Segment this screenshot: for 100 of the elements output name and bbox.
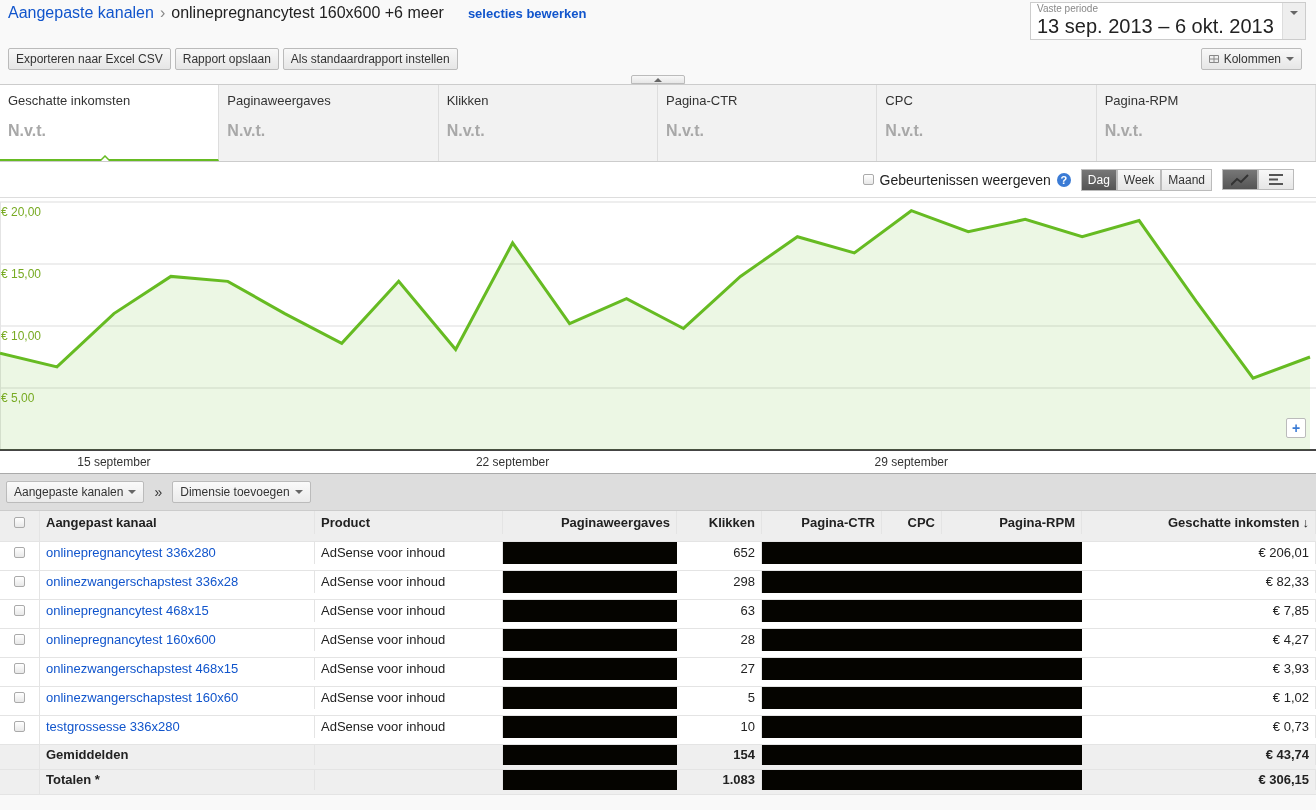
metric-tab[interactable]: Pagina-RPM N.v.t. — [1096, 85, 1316, 161]
table-cell: AdSense voor inhoud — [321, 661, 446, 677]
metric-value: N.v.t. — [227, 122, 267, 140]
events-label: Gebeurtenissen weergeven — [879, 171, 1051, 188]
channel-link[interactable]: testgrossesse 336x280 — [46, 719, 180, 735]
dimension-dropdown[interactable]: Aangepaste kanalen — [6, 481, 145, 503]
channel-link[interactable]: onlinepregnancytest 160x600 — [46, 632, 216, 648]
metric-value: N.v.t. — [666, 122, 705, 140]
add-dimension-dropdown[interactable]: Dimensie toevoegen — [172, 481, 311, 503]
metric-tab[interactable]: CPC N.v.t. — [877, 85, 1097, 161]
metric-value: N.v.t. — [885, 122, 925, 140]
column-header[interactable]: Pagina-CTR — [801, 514, 875, 530]
column-header[interactable]: Aangepast kanaal — [46, 514, 157, 530]
summary-cell: 1.083 — [722, 772, 755, 788]
y-axis-label: € 5,00 — [1, 391, 35, 405]
y-axis-label: € 15,00 — [1, 267, 42, 281]
column-header[interactable]: Product — [321, 514, 371, 530]
view-toggle[interactable] — [1258, 169, 1294, 190]
x-axis-label: 29 september — [874, 455, 948, 469]
table-cell: AdSense voor inhoud — [321, 545, 446, 561]
column-header[interactable]: CPC — [907, 514, 935, 530]
table-cell: AdSense voor inhoud — [321, 603, 446, 619]
x-axis-label: 15 september — [77, 455, 151, 469]
metric-tab[interactable]: Pagina-CTR N.v.t. — [658, 85, 878, 161]
y-axis-label: € 20,00 — [1, 205, 42, 219]
channel-link[interactable]: onlinezwangerschapstest 468x15 — [46, 661, 239, 677]
row-checkbox[interactable] — [14, 605, 25, 617]
sort-arrow[interactable]: ↓ — [1302, 514, 1309, 530]
summary-label: Gemiddelden — [46, 747, 129, 763]
row-checkbox[interactable] — [14, 576, 25, 588]
caret-icon — [128, 490, 137, 494]
table-cell: 28 — [740, 632, 755, 648]
events-checkbox[interactable] — [862, 174, 874, 185]
table-cell: € 3,93 — [1272, 661, 1309, 677]
metric-tab[interactable]: Klikken N.v.t. — [438, 85, 658, 161]
toolbar-button[interactable]: Exporteren naar Excel CSV — [8, 48, 171, 70]
metric-label: Pagina-RPM — [1104, 93, 1180, 108]
metric-label: CPC — [885, 93, 914, 108]
channel-link[interactable]: onlinepregnancytest 468x15 — [46, 603, 209, 619]
period-tab[interactable]: Week — [1116, 168, 1162, 191]
column-header[interactable]: Pagina-RPM — [999, 514, 1075, 530]
table-cell: € 7,85 — [1272, 603, 1309, 619]
summary-cell: 154 — [733, 747, 755, 763]
x-axis-label: 22 september — [475, 455, 550, 469]
select-all-checkbox[interactable] — [14, 516, 25, 528]
channel-link[interactable]: onlinezwangerschapstest 160x60 — [46, 690, 239, 706]
view-toggle[interactable] — [1222, 169, 1258, 190]
caret-icon — [294, 490, 303, 494]
table-cell: 298 — [733, 574, 755, 590]
channel-link[interactable]: onlinepregnancytest 336x280 — [46, 545, 216, 561]
table-cell: 63 — [740, 603, 755, 619]
period-tab[interactable]: Maand — [1161, 168, 1212, 191]
column-header[interactable]: Geschatte inkomsten — [1168, 514, 1300, 530]
toolbar-button[interactable]: Rapport opslaan — [174, 48, 279, 70]
date-range-picker[interactable]: Vaste periode 13 sep. 2013 – 6 okt. 2013 — [1030, 2, 1306, 40]
table-cell: € 4,27 — [1272, 632, 1309, 648]
summary-label: Totalen * — [46, 772, 100, 788]
summary-cell: € 306,15 — [1258, 772, 1309, 788]
table-cell: 652 — [733, 545, 755, 561]
row-checkbox[interactable] — [14, 721, 25, 733]
column-header[interactable]: Paginaweergaves — [560, 514, 670, 530]
columns-button[interactable]: Kolommen — [1200, 48, 1302, 70]
chevron-separator: » — [154, 484, 163, 500]
period-tab[interactable]: Dag — [1080, 168, 1117, 191]
breadcrumb-link[interactable]: Aangepaste kanalen — [8, 4, 154, 22]
date-range-value: 13 sep. 2013 – 6 okt. 2013 — [1037, 14, 1275, 38]
metric-value: N.v.t. — [8, 122, 47, 140]
zoom-button[interactable]: + — [1286, 418, 1306, 438]
metric-label: Klikken — [446, 93, 490, 108]
metric-tab[interactable]: Paginaweergaves N.v.t. — [219, 85, 439, 161]
column-header[interactable]: Klikken — [708, 514, 755, 530]
breadcrumb-current: onlinepregnancytest 160x600 +6 meer — [171, 4, 444, 22]
row-checkbox[interactable] — [14, 692, 25, 704]
table-cell: 5 — [747, 690, 755, 706]
breadcrumb-separator: › — [159, 4, 166, 22]
metric-label: Pagina-CTR — [666, 93, 739, 108]
toolbar-button[interactable]: Als standaardrapport instellen — [282, 48, 458, 70]
table-cell: 27 — [740, 661, 755, 677]
collapse-icon — [654, 77, 662, 82]
metric-tab[interactable]: Geschatte inkomsten N.v.t. — [0, 85, 220, 161]
metric-label: Geschatte inkomsten — [8, 93, 132, 108]
y-axis-label: € 10,00 — [1, 329, 42, 343]
table-cell: AdSense voor inhoud — [321, 719, 446, 735]
table-icon — [1269, 174, 1283, 185]
row-checkbox[interactable] — [14, 663, 25, 675]
edit-selection-link[interactable]: selecties bewerken — [467, 6, 587, 21]
caret-icon — [1290, 11, 1298, 15]
table-cell: AdSense voor inhoud — [321, 574, 446, 590]
table-cell: € 206,01 — [1258, 545, 1309, 561]
collapse-handle[interactable] — [631, 75, 685, 84]
help-icon[interactable]: ? — [1056, 172, 1071, 187]
table-cell: € 82,33 — [1265, 574, 1309, 590]
metric-label: Paginaweergaves — [227, 93, 332, 108]
row-checkbox[interactable] — [14, 547, 25, 559]
row-checkbox[interactable] — [14, 634, 25, 646]
channel-link[interactable]: onlinezwangerschapstest 336x28 — [46, 574, 239, 590]
date-range-label: Vaste periode — [1037, 4, 1099, 14]
table-cell: AdSense voor inhoud — [321, 632, 446, 648]
table-cell: 10 — [740, 719, 755, 735]
caret-icon — [1286, 57, 1294, 61]
